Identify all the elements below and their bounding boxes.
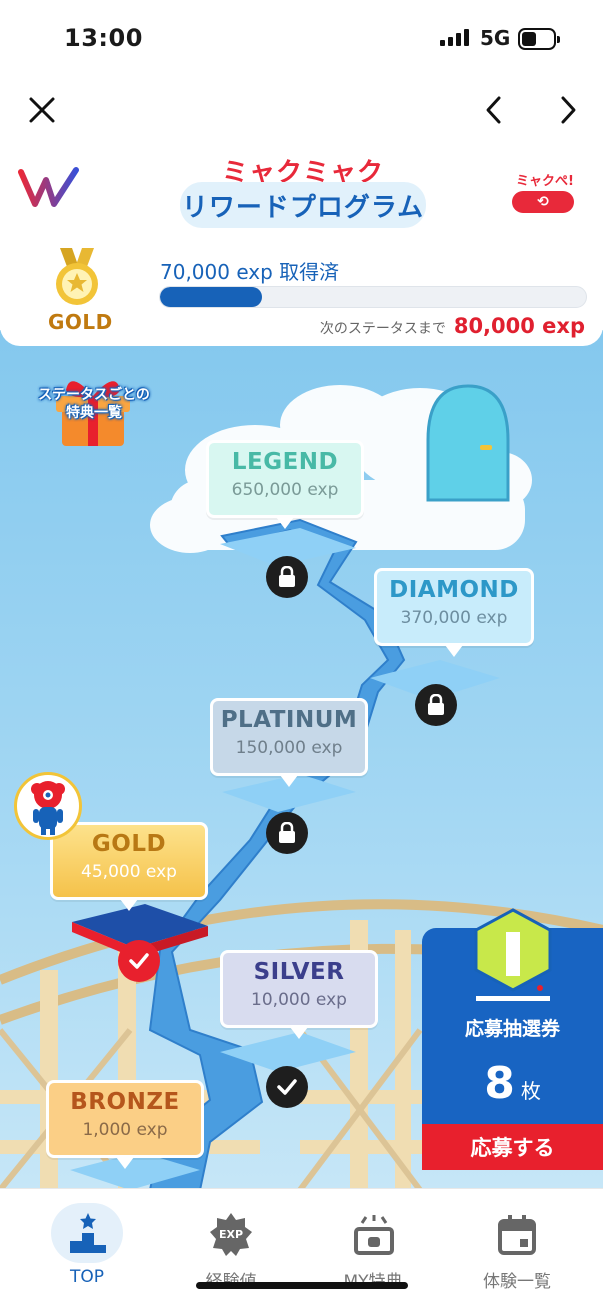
next-status-row: 次のステータスまで 80,000 exp — [320, 314, 585, 338]
lock-icon — [415, 684, 457, 726]
tier-name: GOLD — [91, 831, 167, 857]
myakupe-switch[interactable]: ミャクぺ! ⟲ — [512, 170, 578, 213]
exp-progress-bar — [159, 286, 587, 308]
tier-name: DIAMOND — [389, 577, 519, 603]
myakupe-label: ミャクぺ! — [516, 174, 574, 189]
chevron-right-icon — [561, 96, 576, 124]
tier-card-legend[interactable]: LEGEND 650,000 exp — [206, 440, 364, 529]
lottery-count: 8 — [484, 1058, 515, 1109]
tab-label: 体験一覧 — [483, 1272, 551, 1292]
status-bar: 13:00 5G — [0, 0, 603, 80]
title-line2: リワードプログラム — [181, 192, 425, 223]
gold-medal-icon — [56, 248, 98, 305]
current-status-label: GOLD — [48, 310, 113, 334]
tier-exp: 45,000 exp — [81, 862, 177, 882]
network-label: 5G — [480, 26, 511, 50]
mascot-avatar — [14, 772, 82, 840]
tier-exp: 650,000 exp — [231, 480, 339, 500]
lock-icon — [266, 556, 308, 598]
calendar-icon — [498, 1215, 536, 1255]
refresh-icon: ⟲ — [512, 191, 574, 213]
tier-exp: 1,000 exp — [82, 1120, 168, 1140]
tier-name: BRONZE — [70, 1089, 180, 1115]
next-status-label: 次のステータスまで — [319, 321, 446, 337]
forward-button[interactable] — [548, 90, 588, 130]
tier-exp: 370,000 exp — [400, 608, 508, 628]
tier-card-diamond[interactable]: DIAMOND 370,000 exp — [374, 568, 534, 657]
close-icon — [29, 97, 55, 123]
lottery-count-row: 8枚 — [422, 1058, 603, 1109]
svg-text:EXP: EXP — [219, 1228, 243, 1241]
podium-icon — [70, 1213, 106, 1253]
tier-card-gold[interactable]: GOLD 45,000 exp — [50, 822, 208, 911]
signal-icon — [440, 29, 469, 46]
close-button[interactable] — [22, 90, 62, 130]
benefits-line2: 特典一覧 — [66, 405, 122, 421]
lottery-panel: 応募抽選券 8枚 応募する — [422, 908, 603, 1170]
chevron-left-icon — [486, 96, 501, 124]
tab-exp[interactable]: EXP 経験値 — [156, 1189, 306, 1292]
tier-exp: 10,000 exp — [251, 990, 347, 1010]
tier-exp: 150,000 exp — [235, 738, 343, 758]
title-line2-badge: リワードプログラム — [180, 182, 426, 228]
tier-card-silver[interactable]: SILVER 10,000 exp — [220, 950, 378, 1039]
status-header: ミャクミャク リワードプログラム ミャクぺ! ⟲ GOLD 70,000 exp… — [0, 140, 603, 346]
tier-name: PLATINUM — [220, 707, 358, 733]
tier-card-platinum[interactable]: PLATINUM 150,000 exp — [210, 698, 368, 787]
tower-icon — [474, 908, 552, 1001]
status-staircase-scene: ステータスごとの 特典一覧 LEGEND 650,000 exp DIAMOND… — [0, 330, 603, 1190]
tier-card-bronze[interactable]: BRONZE 1,000 exp — [46, 1080, 204, 1169]
home-indicator — [196, 1282, 408, 1289]
next-status-value: 80,000 exp — [453, 314, 585, 338]
tier-name: LEGEND — [231, 449, 339, 475]
exp-earned: 70,000 exp 取得済 — [160, 260, 340, 284]
benefits-line1: ステータスごとの — [38, 387, 150, 403]
tab-top[interactable]: TOP — [12, 1189, 162, 1289]
nav-bar — [0, 80, 603, 140]
lottery-title: 応募抽選券 — [464, 1018, 560, 1040]
back-button[interactable] — [474, 90, 514, 130]
gift-box-icon — [354, 1215, 394, 1255]
exp-badge-icon: EXP — [210, 1213, 252, 1256]
check-icon — [266, 1066, 308, 1108]
battery-icon — [518, 28, 560, 50]
status-benefits-link[interactable]: ステータスごとの 特典一覧 — [24, 386, 164, 422]
check-icon — [118, 940, 160, 982]
lock-icon — [266, 812, 308, 854]
tier-name: SILVER — [253, 959, 345, 985]
clock: 13:00 — [64, 24, 143, 52]
lottery-unit: 枚 — [520, 1079, 541, 1103]
exp-progress-fill — [160, 287, 263, 307]
apply-button[interactable]: 応募する — [422, 1124, 603, 1170]
tab-experiences[interactable]: 体験一覧 — [442, 1189, 592, 1292]
app-logo-icon — [18, 167, 79, 207]
tab-my-benefits[interactable]: MY特典 — [298, 1189, 448, 1292]
tab-label: TOP — [69, 1267, 105, 1287]
mascot-icon — [31, 781, 65, 835]
